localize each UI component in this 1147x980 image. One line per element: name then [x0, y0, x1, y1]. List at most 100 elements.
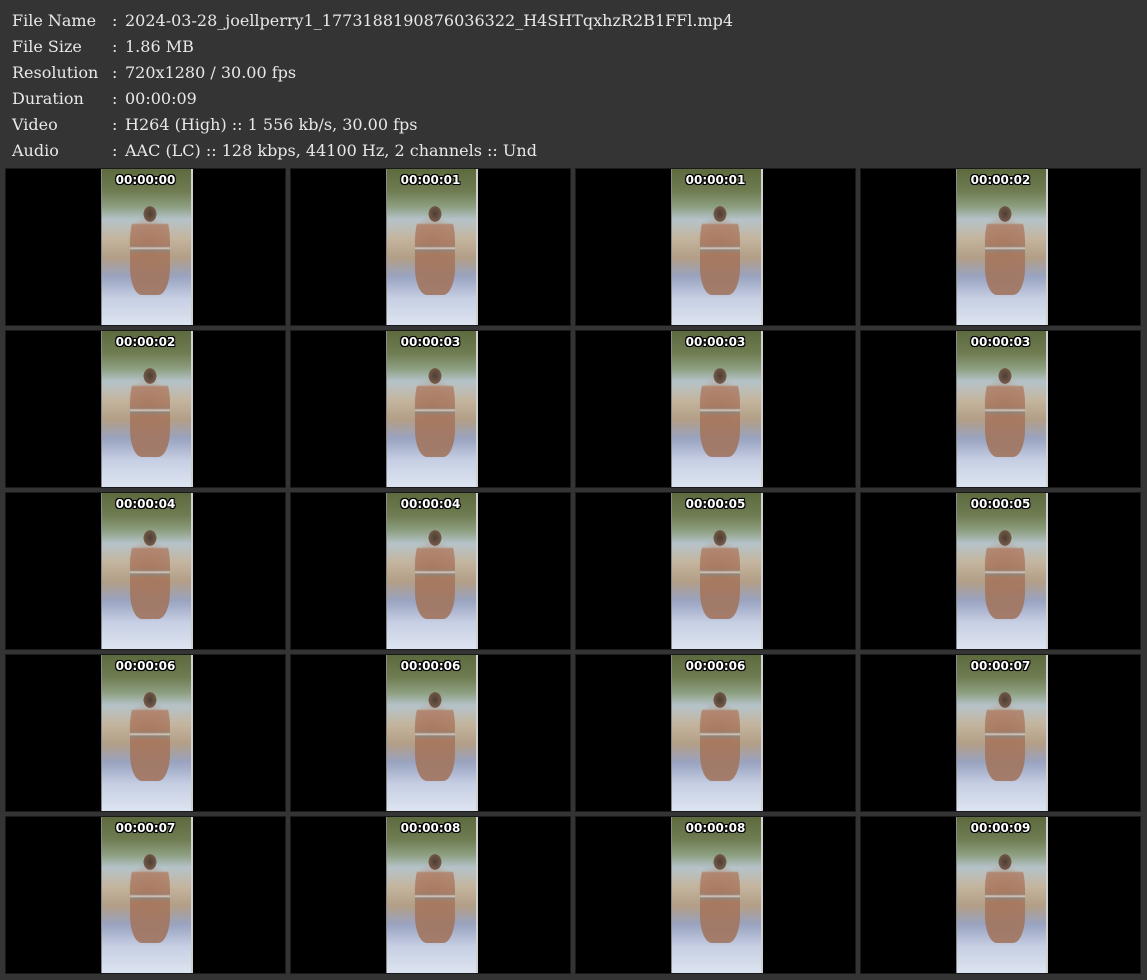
thumbnail-cell: 00:00:06 — [290, 654, 571, 812]
person-figure — [415, 529, 455, 619]
video-frame-thumbnail — [386, 331, 478, 487]
video-frame-thumbnail — [386, 655, 478, 811]
thumbnail-cell: 00:00:03 — [290, 330, 571, 488]
info-separator: : — [112, 63, 118, 82]
video-frame-thumbnail — [101, 169, 193, 325]
info-label: Video — [12, 115, 58, 134]
info-row-file-size: File Size : 1.86 MB — [12, 34, 733, 60]
info-value: H264 (High) :: 1 556 kb/s, 30.00 fps — [125, 115, 418, 134]
thumbnail-grid: 00:00:00 00:00:01 00:00:01 00:00:02 00:0… — [5, 168, 1142, 978]
frame-timestamp: 00:00:01 — [400, 173, 461, 187]
video-frame-thumbnail — [386, 169, 478, 325]
person-figure — [415, 853, 455, 943]
info-row-audio: Audio : AAC (LC) :: 128 kbps, 44100 Hz, … — [12, 138, 733, 164]
frame-timestamp: 00:00:03 — [685, 335, 746, 349]
info-label: File Size — [12, 37, 82, 56]
info-separator: : — [112, 141, 118, 160]
person-figure — [415, 205, 455, 295]
person-figure — [985, 529, 1025, 619]
thumbnail-cell: 00:00:05 — [860, 492, 1141, 650]
frame-timestamp: 00:00:02 — [115, 335, 176, 349]
thumbnail-cell: 00:00:02 — [5, 330, 286, 488]
person-figure — [130, 205, 170, 295]
person-figure — [130, 691, 170, 781]
video-frame-thumbnail — [101, 493, 193, 649]
frame-timestamp: 00:00:07 — [115, 821, 176, 835]
video-frame-thumbnail — [956, 331, 1048, 487]
thumbnail-cell: 00:00:02 — [860, 168, 1141, 326]
info-value: 2024-03-28_joellperry1_17731881908760363… — [125, 11, 734, 30]
video-frame-thumbnail — [671, 493, 763, 649]
info-value: 720x1280 / 30.00 fps — [125, 63, 297, 82]
person-figure — [985, 367, 1025, 457]
person-figure — [415, 367, 455, 457]
info-value: AAC (LC) :: 128 kbps, 44100 Hz, 2 channe… — [125, 141, 537, 160]
info-separator: : — [112, 89, 118, 108]
info-row-resolution: Resolution : 720x1280 / 30.00 fps — [12, 60, 733, 86]
thumbnail-cell: 00:00:01 — [290, 168, 571, 326]
frame-timestamp: 00:00:05 — [685, 497, 746, 511]
frame-timestamp: 00:00:06 — [685, 659, 746, 673]
video-frame-thumbnail — [101, 331, 193, 487]
frame-timestamp: 00:00:03 — [970, 335, 1031, 349]
thumbnail-cell: 00:00:06 — [575, 654, 856, 812]
thumbnail-cell: 00:00:05 — [575, 492, 856, 650]
thumbnail-cell: 00:00:09 — [860, 816, 1141, 974]
info-label: File Name — [12, 11, 97, 30]
video-frame-thumbnail — [671, 331, 763, 487]
person-figure — [415, 691, 455, 781]
video-frame-thumbnail — [101, 655, 193, 811]
frame-timestamp: 00:00:04 — [115, 497, 176, 511]
thumbnail-cell: 00:00:04 — [5, 492, 286, 650]
thumbnail-cell: 00:00:01 — [575, 168, 856, 326]
thumbnail-cell: 00:00:04 — [290, 492, 571, 650]
thumbnail-cell: 00:00:00 — [5, 168, 286, 326]
person-figure — [985, 853, 1025, 943]
frame-timestamp: 00:00:04 — [400, 497, 461, 511]
info-separator: : — [112, 37, 118, 56]
video-frame-thumbnail — [956, 655, 1048, 811]
frame-timestamp: 00:00:02 — [970, 173, 1031, 187]
video-frame-thumbnail — [671, 169, 763, 325]
info-label: Audio — [12, 141, 59, 160]
person-figure — [700, 853, 740, 943]
video-frame-thumbnail — [671, 817, 763, 973]
person-figure — [130, 529, 170, 619]
frame-timestamp: 00:00:03 — [400, 335, 461, 349]
frame-timestamp: 00:00:00 — [115, 173, 176, 187]
person-figure — [700, 529, 740, 619]
person-figure — [700, 367, 740, 457]
person-figure — [985, 205, 1025, 295]
frame-timestamp: 00:00:05 — [970, 497, 1031, 511]
person-figure — [130, 853, 170, 943]
info-value: 00:00:09 — [125, 89, 197, 108]
video-frame-thumbnail — [386, 817, 478, 973]
video-frame-thumbnail — [101, 817, 193, 973]
thumbnail-cell: 00:00:06 — [5, 654, 286, 812]
video-frame-thumbnail — [956, 169, 1048, 325]
thumbnail-cell: 00:00:07 — [5, 816, 286, 974]
video-frame-thumbnail — [956, 493, 1048, 649]
info-label: Duration — [12, 89, 84, 108]
frame-timestamp: 00:00:08 — [685, 821, 746, 835]
thumbnail-cell: 00:00:08 — [290, 816, 571, 974]
thumbnail-cell: 00:00:07 — [860, 654, 1141, 812]
person-figure — [985, 691, 1025, 781]
video-frame-thumbnail — [386, 493, 478, 649]
frame-timestamp: 00:00:06 — [115, 659, 176, 673]
info-row-file-name: File Name : 2024-03-28_joellperry1_17731… — [12, 8, 733, 34]
thumbnail-cell: 00:00:03 — [860, 330, 1141, 488]
info-value: 1.86 MB — [125, 37, 194, 56]
frame-timestamp: 00:00:01 — [685, 173, 746, 187]
frame-timestamp: 00:00:09 — [970, 821, 1031, 835]
frame-timestamp: 00:00:08 — [400, 821, 461, 835]
thumbnail-cell: 00:00:08 — [575, 816, 856, 974]
video-frame-thumbnail — [956, 817, 1048, 973]
person-figure — [700, 205, 740, 295]
info-separator: : — [112, 11, 118, 30]
person-figure — [700, 691, 740, 781]
frame-timestamp: 00:00:06 — [400, 659, 461, 673]
info-row-video: Video : H264 (High) :: 1 556 kb/s, 30.00… — [12, 112, 733, 138]
info-label: Resolution — [12, 63, 99, 82]
info-row-duration: Duration : 00:00:09 — [12, 86, 733, 112]
